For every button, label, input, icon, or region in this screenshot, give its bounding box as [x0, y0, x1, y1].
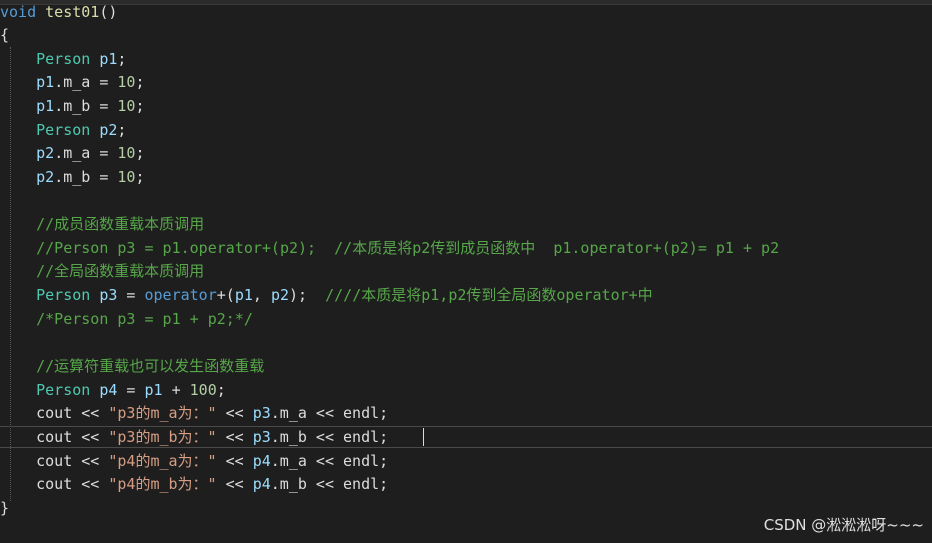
var-p1: p1 — [99, 50, 118, 68]
code-line-11[interactable]: //Person p3 = p1.operator+(p2); //本质是将p2… — [0, 237, 779, 261]
member-endl: .m_a << endl; — [270, 452, 389, 470]
string-literal: "p3的m_a为：" — [108, 404, 217, 422]
semicolon: ; — [135, 144, 145, 162]
code-line-21[interactable]: cout << "p4的m_b为：" << p4.m_b << endl; — [0, 473, 388, 497]
semicolon: ; — [117, 121, 127, 139]
var-p1: p1 — [144, 381, 163, 399]
code-line-3[interactable]: Person p1; — [0, 48, 126, 72]
member-assign: .m_a = — [54, 73, 118, 91]
semicolon: ; — [216, 381, 226, 399]
comment: //成员函数重载本质调用 — [36, 215, 205, 233]
comment: //Person p3 = p1.operator+(p2); //本质是将p2… — [36, 239, 780, 257]
operator-keyword: operator — [144, 286, 217, 304]
number-literal: 10 — [117, 97, 136, 115]
code-line-2[interactable]: { — [0, 24, 9, 48]
code-line-17[interactable]: Person p4 = p1 + 100; — [0, 379, 226, 403]
comma: , — [252, 286, 271, 304]
var-p1: p1 — [36, 97, 55, 115]
keyword-void: void — [0, 3, 37, 21]
comment: //全局函数重载本质调用 — [36, 262, 205, 280]
plus: + — [162, 381, 190, 399]
arg-p2: p2 — [270, 286, 289, 304]
stream-op: << — [216, 404, 253, 422]
var-p2: p2 — [36, 144, 55, 162]
cout-stream: cout << — [36, 475, 109, 493]
close-brace: } — [0, 499, 10, 517]
number-literal: 10 — [117, 73, 136, 91]
code-line-5[interactable]: p1.m_b = 10; — [0, 95, 145, 119]
member-endl: .m_b << endl; — [270, 428, 389, 446]
assign: = — [117, 286, 145, 304]
number-literal: 10 — [117, 144, 136, 162]
code-line-14[interactable]: /*Person p3 = p1 + p2;*/ — [0, 308, 253, 332]
code-line-22[interactable]: } — [0, 497, 9, 521]
block-comment: /*Person p3 = p1 + p2;*/ — [36, 310, 253, 328]
parens: () — [99, 3, 118, 21]
code-line-19[interactable]: cout << "p3的m_b为：" << p3.m_b << endl; — [0, 426, 388, 450]
var-p3: p3 — [252, 428, 271, 446]
plus-paren: +( — [216, 286, 235, 304]
string-literal: "p4的m_a为：" — [108, 452, 217, 470]
cout-stream: cout << — [36, 428, 109, 446]
semicolon: ; — [135, 168, 145, 186]
code-line-1[interactable]: void test01() — [0, 1, 117, 25]
var-p4: p4 — [252, 475, 271, 493]
member-assign: .m_b = — [54, 97, 118, 115]
type-person: Person — [36, 121, 91, 139]
code-line-18[interactable]: cout << "p3的m_a为：" << p3.m_a << endl; — [0, 402, 388, 426]
type-person: Person — [36, 286, 91, 304]
editor-top-border — [0, 0, 932, 5]
var-p1: p1 — [36, 73, 55, 91]
semicolon: ; — [135, 73, 145, 91]
var-p4: p4 — [252, 452, 271, 470]
string-literal: "p4的m_b为：" — [108, 475, 217, 493]
open-brace: { — [0, 26, 10, 44]
var-p4: p4 — [99, 381, 118, 399]
var-p3: p3 — [99, 286, 118, 304]
stream-op: << — [216, 428, 253, 446]
code-line-10[interactable]: //成员函数重载本质调用 — [0, 213, 204, 237]
code-line-6[interactable]: Person p2; — [0, 119, 126, 143]
code-line-12[interactable]: //全局函数重载本质调用 — [0, 260, 204, 284]
function-name: test01 — [45, 3, 100, 21]
arg-p1: p1 — [234, 286, 253, 304]
code-line-4[interactable]: p1.m_a = 10; — [0, 71, 145, 95]
var-p2: p2 — [99, 121, 118, 139]
string-literal: "p3的m_b为：" — [108, 428, 217, 446]
csdn-watermark: CSDN @淞淞淞呀~~~ — [763, 516, 924, 534]
type-person: Person — [36, 381, 91, 399]
var-p2: p2 — [36, 168, 55, 186]
cout-stream: cout << — [36, 404, 109, 422]
semicolon: ; — [135, 97, 145, 115]
member-endl: .m_b << endl; — [270, 475, 389, 493]
assign: = — [117, 381, 145, 399]
var-p3: p3 — [252, 404, 271, 422]
stream-op: << — [216, 452, 253, 470]
text-caret — [423, 428, 424, 446]
comment: ////本质是将p1,p2传到全局函数operator+中 — [325, 286, 653, 304]
code-line-20[interactable]: cout << "p4的m_a为：" << p4.m_a << endl; — [0, 450, 388, 474]
number-literal: 100 — [189, 381, 217, 399]
code-line-8[interactable]: p2.m_b = 10; — [0, 166, 145, 190]
member-assign: .m_b = — [54, 168, 118, 186]
member-assign: .m_a = — [54, 144, 118, 162]
code-line-16[interactable]: //运算符重载也可以发生函数重载 — [0, 355, 264, 379]
close-paren: ); — [289, 286, 326, 304]
code-line-13[interactable]: Person p3 = operator+(p1, p2); ////本质是将p… — [0, 284, 653, 308]
stream-op: << — [216, 475, 253, 493]
code-editor[interactable]: void test01() { Person p1; p1.m_a = 10; … — [0, 0, 932, 543]
semicolon: ; — [117, 50, 127, 68]
type-person: Person — [36, 50, 91, 68]
number-literal: 10 — [117, 168, 136, 186]
code-line-7[interactable]: p2.m_a = 10; — [0, 142, 145, 166]
member-endl: .m_a << endl; — [270, 404, 389, 422]
cout-stream: cout << — [36, 452, 109, 470]
comment: //运算符重载也可以发生函数重载 — [36, 357, 265, 375]
